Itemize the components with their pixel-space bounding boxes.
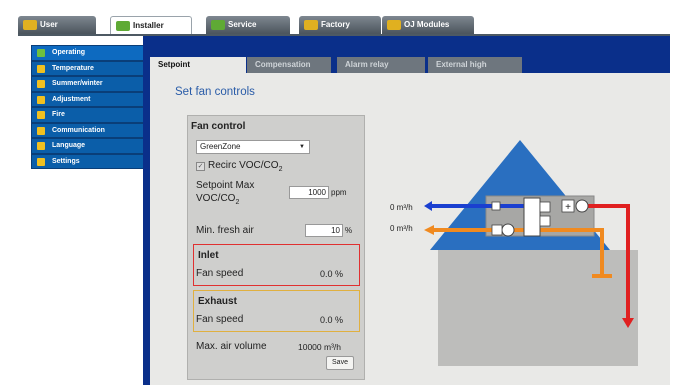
heat-exchanger	[523, 197, 541, 237]
side-menu-operating[interactable]: Operating	[31, 45, 145, 61]
exhaust-flow-label: 0 m³/h	[390, 224, 413, 233]
installer-icon	[116, 21, 130, 31]
min-fresh-label: Min. fresh air	[196, 225, 254, 236]
side-menu-fire[interactable]: Fire	[31, 107, 145, 123]
filter-icon	[539, 201, 551, 213]
tab-setpoint-label: Setpoint	[158, 60, 190, 69]
side-menu-label: Temperature	[52, 64, 94, 72]
side-menu-label: Communication	[52, 126, 105, 134]
exhaust-fan-speed-label: Fan speed	[196, 314, 244, 325]
side-menu-label: Operating	[52, 49, 86, 56]
tab-oj-modules[interactable]: OJ Modules	[382, 16, 474, 34]
min-fresh-unit: %	[345, 226, 353, 235]
save-button[interactable]: Save	[326, 356, 354, 370]
house-body	[438, 250, 638, 366]
side-menu-label: Settings	[52, 157, 80, 165]
side-menu-label: Fire	[52, 111, 65, 118]
tab-factory-label: Factory	[321, 20, 350, 29]
operating-icon	[37, 49, 45, 57]
side-menu-summer-winter[interactable]: Summer/winter	[31, 76, 145, 92]
ventilation-diagram: + 0 m³/h 0 m³/h	[390, 140, 638, 366]
side-menu-label: Language	[52, 142, 86, 149]
side-menu-language[interactable]: Language	[31, 138, 145, 154]
inlet-fan-speed-label: Fan speed	[196, 268, 244, 279]
min-fresh-input[interactable]: 10	[305, 224, 343, 237]
side-menu-temperature[interactable]: Temperature	[31, 60, 145, 76]
supply-arrow	[424, 201, 432, 211]
exhaust-filter-icon	[491, 224, 503, 236]
side-menu-adjustment[interactable]: Adjustment	[31, 91, 145, 107]
sun-icon	[37, 80, 45, 88]
tab-compensation[interactable]: Compensation	[247, 57, 331, 73]
mode-select[interactable]: GreenZone ▼	[196, 140, 310, 154]
tab-service[interactable]: Service	[206, 16, 290, 34]
network-icon	[37, 126, 45, 135]
fan-control-title: Fan control	[191, 121, 246, 132]
tab-installer[interactable]: Installer	[110, 16, 192, 34]
recirc-label-sub: 2	[278, 166, 283, 173]
exhaust-fan-speed-value: 0.0 %	[320, 315, 344, 325]
setpoint-unit: ppm	[331, 188, 347, 197]
max-air-value: 10000 m³/h	[298, 342, 341, 352]
tab-factory[interactable]: Factory	[299, 16, 381, 34]
tab-user-label: User	[40, 20, 58, 29]
page-title: Set fan controls	[175, 86, 255, 98]
setpoint-label: Setpoint Max	[196, 180, 254, 191]
tab-oj-modules-label: OJ Modules	[404, 20, 450, 29]
recirc-label-text: Recirc VOC/CO	[208, 160, 279, 171]
tab-user[interactable]: User	[18, 16, 96, 34]
thermometer-icon	[37, 64, 45, 73]
sensor-icon	[491, 201, 501, 211]
factory-icon	[304, 20, 318, 30]
recirc-label: Recirc VOC/CO2	[208, 160, 282, 173]
damper-icon	[539, 215, 551, 227]
recirc-checkbox[interactable]: ✓	[196, 162, 205, 171]
wrench-icon	[37, 95, 45, 104]
tab-service-label: Service	[228, 20, 257, 29]
max-air-label: Max. air volume	[196, 341, 267, 352]
modules-icon	[387, 20, 401, 30]
top-tab-bar: User Installer Service Factory OJ Module…	[18, 16, 670, 34]
inlet-fan-speed-value: 0.0 %	[320, 269, 344, 279]
tab-alarm-relay-label: Alarm relay	[345, 60, 389, 69]
setpoint-input[interactable]: 1000	[289, 186, 329, 199]
setpoint-label-line1: Setpoint Max	[196, 180, 255, 191]
service-icon	[211, 20, 225, 30]
user-icon	[23, 20, 37, 30]
tab-external-high-label: External high	[436, 60, 487, 69]
mode-select-value: GreenZone	[200, 142, 241, 151]
supply-fan-icon	[575, 199, 589, 213]
setpoint-label-line2: VOC/CO	[196, 193, 236, 204]
inlet-title: Inlet	[198, 250, 219, 261]
chevron-down-icon: ▼	[299, 144, 305, 150]
setpoint-label-sub: 2	[235, 199, 240, 206]
exhaust-title: Exhaust	[198, 296, 237, 307]
language-icon	[37, 142, 45, 150]
tab-setpoint[interactable]: Setpoint	[150, 57, 246, 73]
settings-icon	[37, 157, 45, 166]
tab-external-high[interactable]: External high	[428, 57, 522, 73]
exhaust-fan-icon	[501, 223, 515, 237]
heater-plus-icon: +	[565, 202, 571, 213]
tab-alarm-relay[interactable]: Alarm relay	[337, 57, 425, 73]
exhaust-arrow	[424, 225, 434, 235]
side-menu: Operating Temperature Summer/winter Adju…	[31, 45, 145, 169]
setpoint-label-2: VOC/CO2	[196, 193, 239, 206]
side-menu-label: Summer/winter	[52, 80, 103, 87]
side-menu-label: Adjustment	[52, 95, 91, 103]
tab-compensation-label: Compensation	[255, 60, 311, 69]
tab-installer-label: Installer	[133, 21, 164, 30]
side-menu-settings[interactable]: Settings	[31, 153, 145, 169]
fire-icon	[37, 111, 45, 119]
side-menu-communication[interactable]: Communication	[31, 122, 145, 138]
supply-flow-label: 0 m³/h	[390, 203, 413, 212]
